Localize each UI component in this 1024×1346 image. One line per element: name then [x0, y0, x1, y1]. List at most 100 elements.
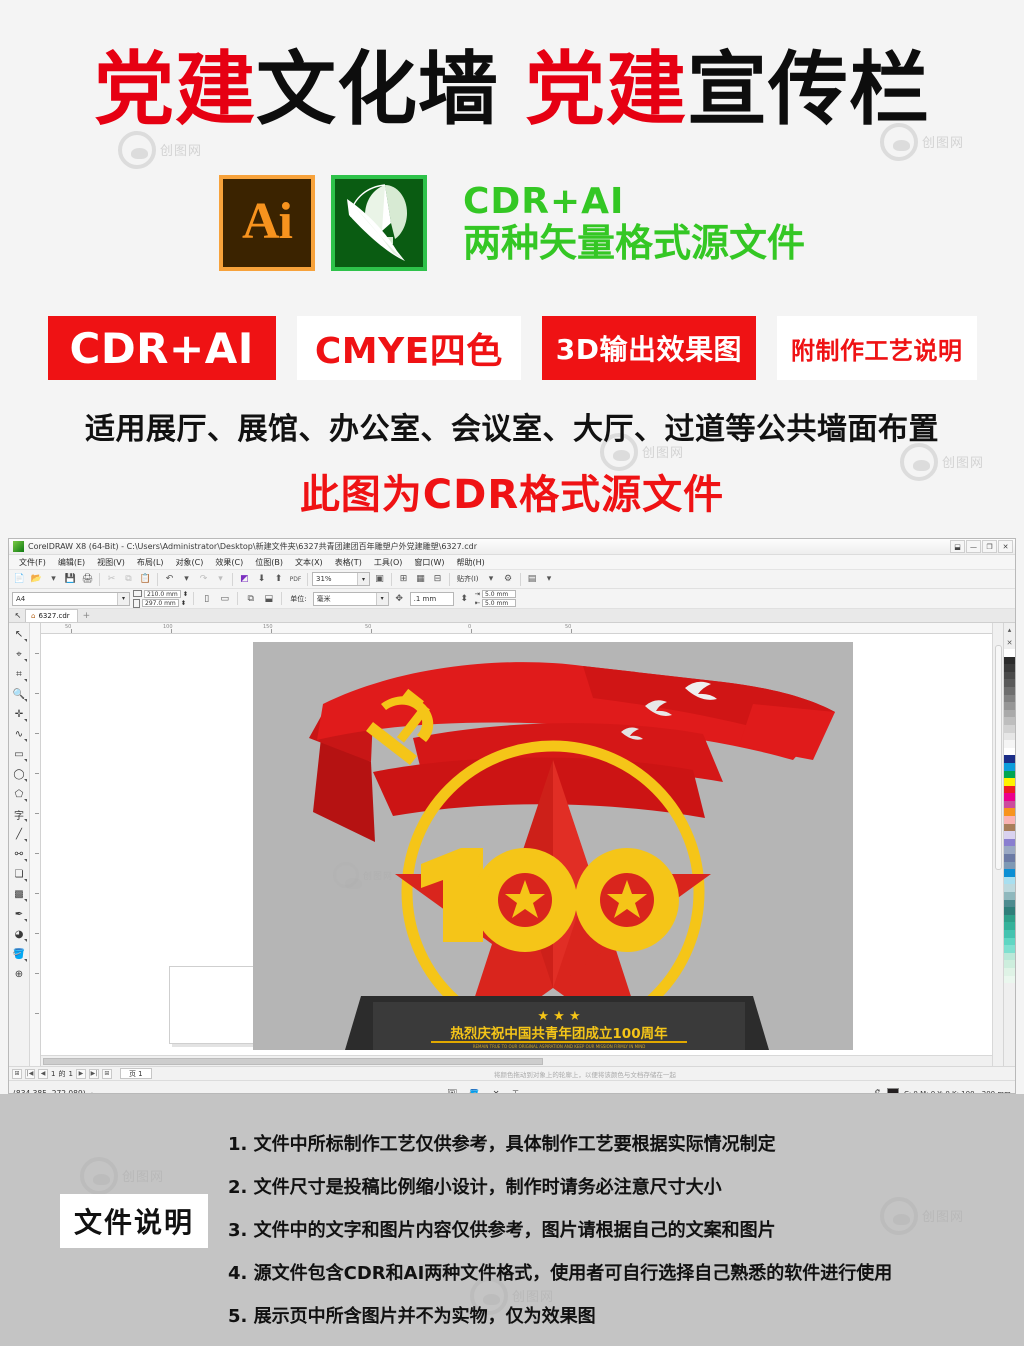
zoom-level-combo[interactable]: 31% ▾ [312, 572, 370, 586]
vertical-scrollbar[interactable] [992, 623, 1003, 1066]
publish-icon[interactable]: ⬆ [271, 572, 286, 587]
copy-icon[interactable]: ⧉ [121, 572, 136, 587]
add-page-start-button[interactable]: ⊞ [12, 1068, 22, 1079]
menu-edit[interactable]: 编辑(E) [52, 556, 91, 569]
open-document-icon[interactable]: 📂 [29, 572, 44, 587]
export-icon[interactable]: ⬇ [254, 572, 269, 587]
print-icon[interactable]: 🖨 [80, 572, 95, 587]
next-page-button[interactable]: ▶ [75, 1068, 86, 1079]
palette-swatch[interactable] [1004, 960, 1015, 968]
chevron-down-icon[interactable]: ▾ [484, 572, 499, 587]
add-page-end-button[interactable]: ⊞ [101, 1068, 112, 1079]
paste-icon[interactable]: 📋 [138, 572, 153, 587]
page-preset-combo[interactable]: A4 ▾ [12, 591, 130, 606]
palette-swatch[interactable] [1004, 937, 1015, 946]
crop-tool[interactable]: ⌗ [11, 666, 28, 683]
palette-swatch[interactable] [1004, 740, 1015, 748]
smart-fill-tool[interactable]: 🪣 [11, 946, 28, 963]
menu-layout[interactable]: 布局(L) [131, 556, 170, 569]
palette-swatch[interactable] [1004, 664, 1015, 672]
palette-swatch[interactable] [1004, 876, 1015, 885]
palette-swatch[interactable] [1004, 914, 1015, 923]
horizontal-scrollbar[interactable] [41, 1055, 992, 1066]
menu-window[interactable]: 窗口(W) [408, 556, 450, 569]
duplicate-x-field[interactable]: 5.0 mm [482, 590, 517, 598]
menu-help[interactable]: 帮助(H) [451, 556, 491, 569]
horizontal-ruler[interactable]: 50 100 150 50 0 50 [41, 623, 992, 634]
nudge-stepper[interactable]: ⬍ [457, 591, 472, 606]
new-document-icon[interactable]: 📄 [12, 572, 27, 587]
redo-icon[interactable]: ↷ [196, 572, 211, 587]
palette-swatch[interactable] [1004, 884, 1015, 892]
nudge-field[interactable]: .1 mm [409, 591, 454, 606]
artistic-media-tool[interactable]: ∿ [11, 726, 28, 743]
palette-swatch[interactable] [1004, 869, 1015, 877]
restore-down-icon[interactable]: ⬓ [950, 540, 965, 553]
page-tab-1[interactable]: 页 1 [119, 1068, 152, 1079]
all-pages-button[interactable]: ⧉ [243, 591, 258, 606]
no-color-swatch-icon[interactable]: ✕ [1004, 636, 1015, 649]
export-pdf-icon[interactable]: PDF [288, 572, 303, 587]
palette-swatch[interactable] [1004, 762, 1015, 771]
close-button[interactable]: ✕ [998, 540, 1013, 553]
palette-swatch[interactable] [1004, 649, 1015, 657]
palette-swatch[interactable] [1004, 945, 1015, 953]
pick-tool[interactable]: ↖ [11, 626, 28, 643]
duplicate-y-field[interactable]: 5.0 mm [482, 599, 517, 607]
maximize-button[interactable]: ❐ [982, 540, 997, 553]
palette-scroll-up-icon[interactable]: ▴ [1004, 623, 1015, 636]
menu-text[interactable]: 文本(X) [289, 556, 329, 569]
drop-shadow-tool[interactable]: ❏ [11, 866, 28, 883]
palette-swatch[interactable] [1004, 778, 1015, 786]
palette-swatch[interactable] [1004, 899, 1015, 908]
show-guidelines-icon[interactable]: ⊟ [430, 572, 445, 587]
palette-swatch[interactable] [1004, 967, 1015, 976]
palette-swatch[interactable] [1004, 747, 1015, 756]
page-height-field[interactable]: 297.0 mm [142, 599, 179, 607]
chevron-down-icon[interactable]: ▾ [357, 573, 369, 585]
palette-swatch[interactable] [1004, 808, 1015, 817]
gear-icon[interactable]: ⚙ [501, 572, 516, 587]
chevron-down-icon[interactable]: ▾ [213, 572, 228, 587]
undo-icon[interactable]: ↶ [162, 572, 177, 587]
text-tool[interactable]: 字 [11, 806, 28, 823]
palette-swatch[interactable] [1004, 686, 1015, 695]
snap-to-label[interactable]: 贴齐(I) [454, 574, 482, 584]
palette-swatch[interactable] [1004, 724, 1015, 733]
previous-page-button[interactable]: ◀ [38, 1068, 48, 1079]
import-icon[interactable]: ◩ [237, 572, 252, 587]
quick-customize-tool[interactable]: ⊕ [11, 966, 28, 983]
menu-tools[interactable]: 工具(O) [368, 556, 409, 569]
chevron-down-icon[interactable]: ▾ [46, 572, 61, 587]
landscape-orientation-button[interactable]: ▭ [217, 591, 232, 606]
palette-swatch[interactable] [1004, 823, 1015, 832]
palette-swatch[interactable] [1004, 892, 1015, 900]
palette-swatch[interactable] [1004, 907, 1015, 915]
menu-table[interactable]: 表格(T) [329, 556, 368, 569]
new-tab-button[interactable]: + [83, 611, 91, 621]
show-grid-icon[interactable]: ▦ [413, 572, 428, 587]
zoom-tool[interactable]: 🔍 [11, 686, 28, 703]
shape-tool[interactable]: ⌖ [11, 646, 28, 663]
parallel-dimension-tool[interactable]: ╱ [11, 826, 28, 843]
interactive-fill-tool[interactable]: ◕ [11, 926, 28, 943]
page-width-field[interactable]: 210.0 mm [144, 589, 181, 598]
chevron-down-icon[interactable]: ▾ [542, 572, 557, 587]
menu-object[interactable]: 对象(C) [170, 556, 210, 569]
menu-bitmaps[interactable]: 位图(B) [249, 556, 289, 569]
units-combo[interactable]: 毫米 ▾ [312, 591, 389, 606]
palette-swatch[interactable] [1004, 656, 1015, 665]
save-icon[interactable]: 💾 [63, 572, 78, 587]
palette-swatch[interactable] [1004, 709, 1015, 718]
rectangle-tool[interactable]: ▭ [11, 746, 28, 763]
horizontal-scroll-thumb[interactable] [43, 1058, 543, 1065]
palette-swatch[interactable] [1004, 732, 1015, 741]
palette-swatch[interactable] [1004, 702, 1015, 710]
color-eyedropper-tool[interactable]: ✒ [11, 906, 28, 923]
palette-swatch[interactable] [1004, 785, 1015, 794]
current-page-number[interactable]: 1 [51, 1070, 55, 1078]
freehand-tool[interactable]: ✛ [11, 706, 28, 723]
palette-swatch[interactable] [1004, 838, 1015, 847]
palette-swatch[interactable] [1004, 846, 1015, 855]
last-page-button[interactable]: ▶| [88, 1068, 99, 1079]
